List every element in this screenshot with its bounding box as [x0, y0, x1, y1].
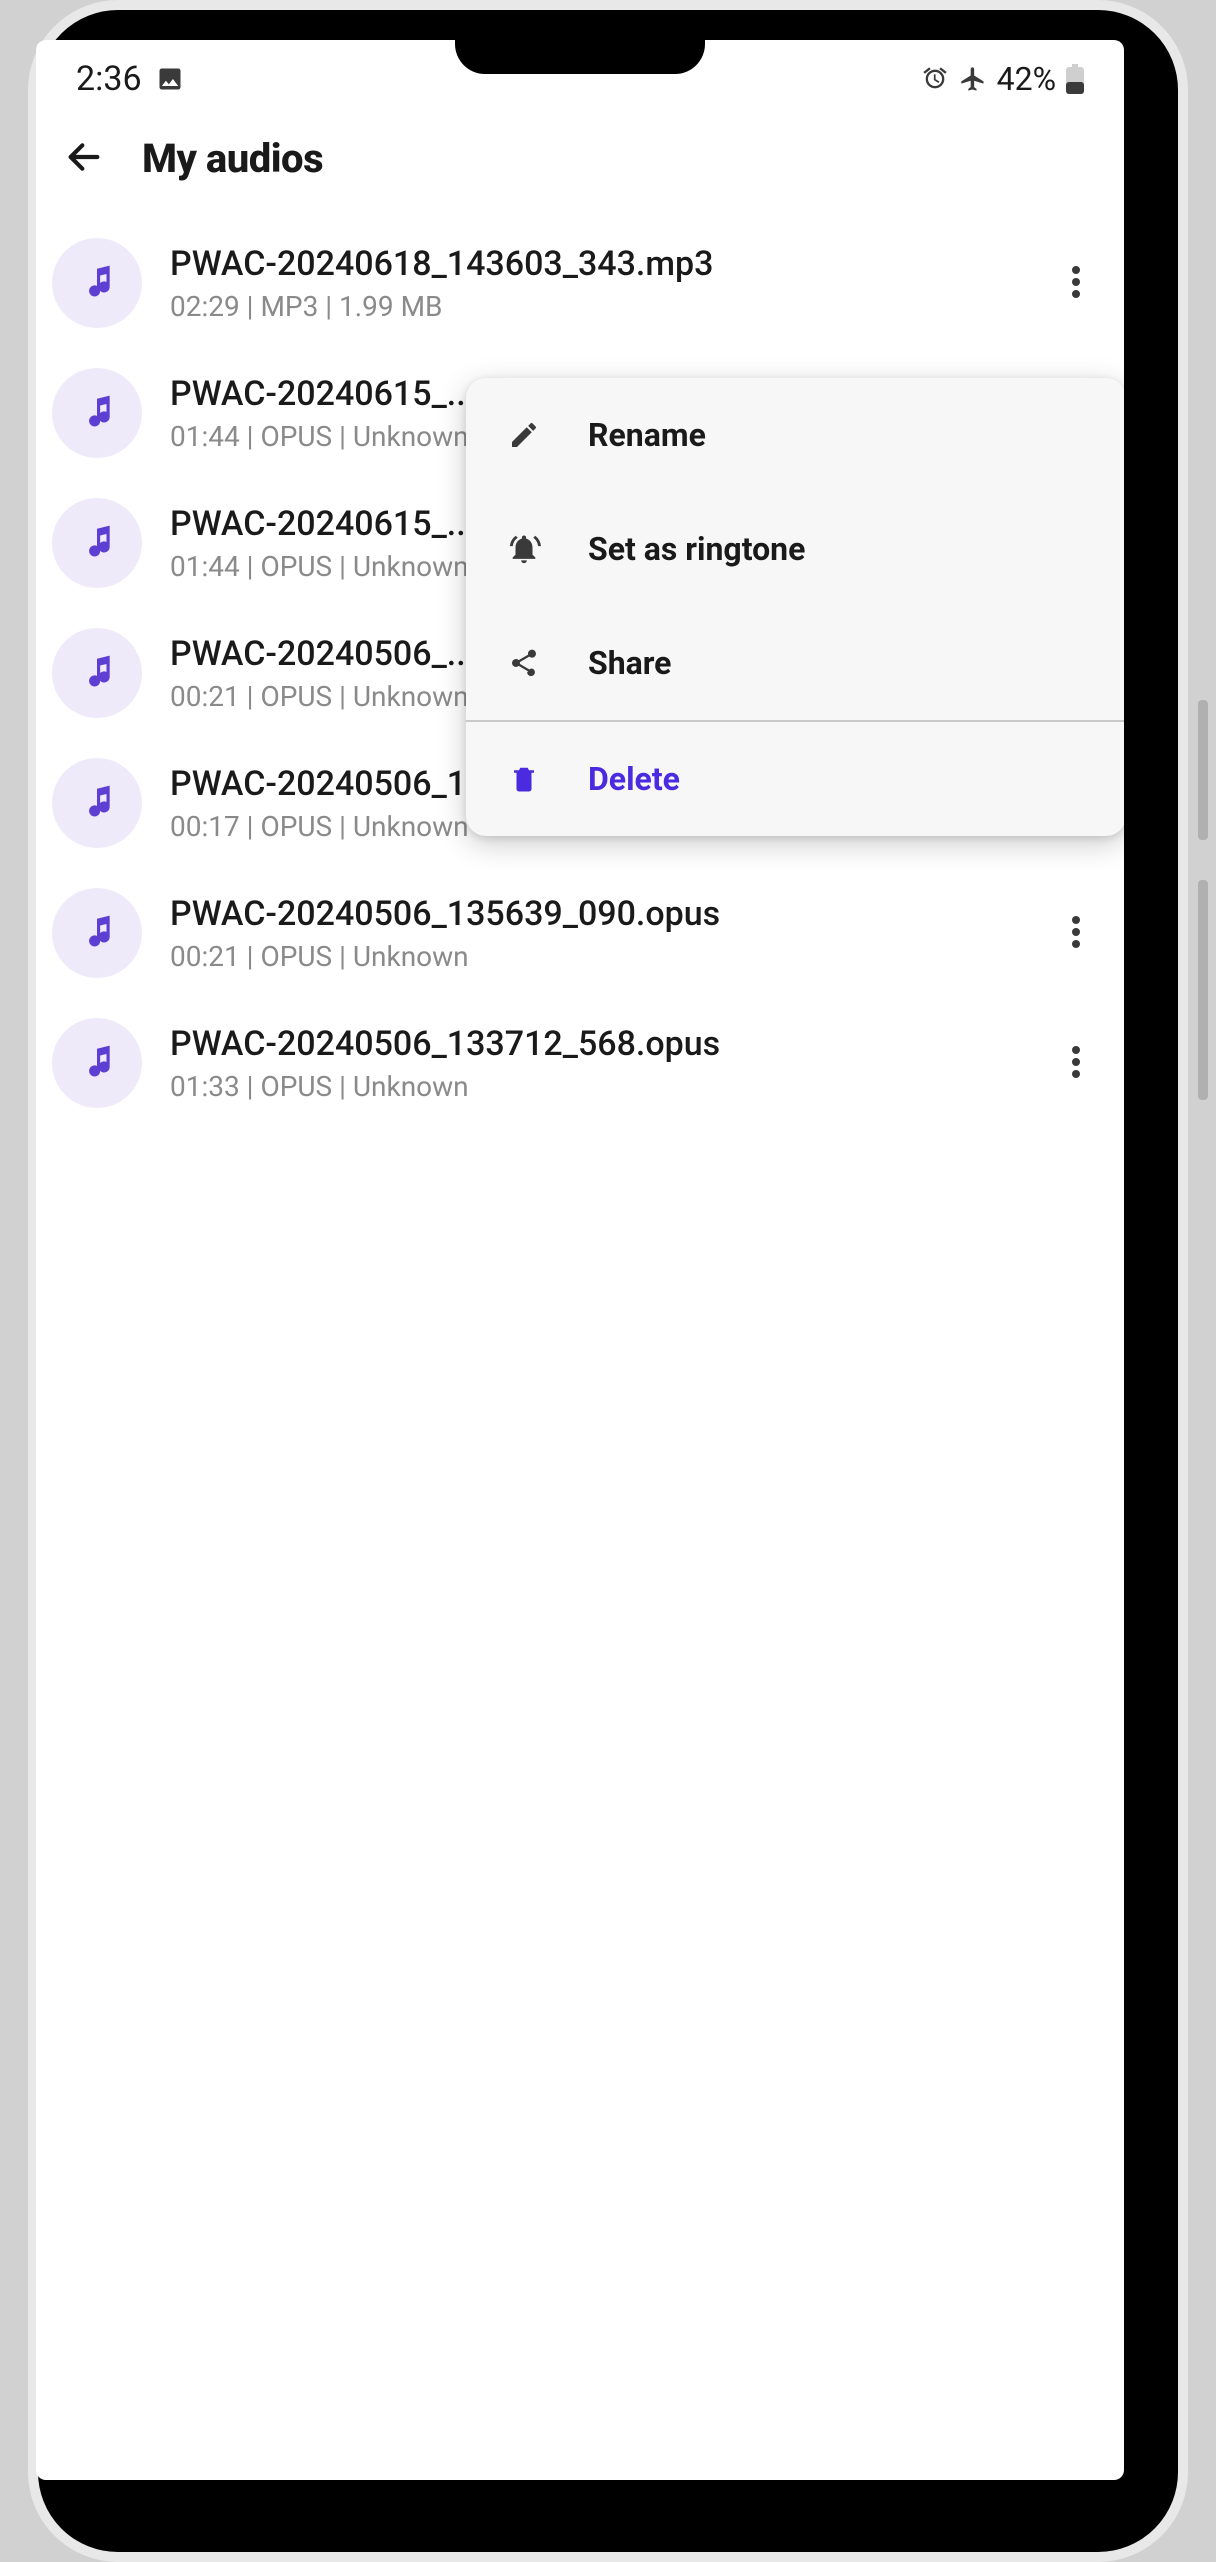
music-icon — [52, 1018, 142, 1108]
menu-label: Set as ringtone — [588, 530, 805, 568]
more-vert-icon — [1072, 916, 1080, 951]
more-vert-icon — [1072, 266, 1080, 301]
menu-label: Delete — [588, 760, 680, 798]
arrow-left-icon — [64, 137, 104, 180]
more-button[interactable] — [1048, 905, 1104, 961]
more-button[interactable] — [1048, 1035, 1104, 1091]
music-icon — [52, 368, 142, 458]
screen: 2:36 42% My audios — [36, 40, 1124, 2480]
more-button[interactable] — [1048, 255, 1104, 311]
pencil-icon — [506, 417, 542, 453]
audio-title: PWAC-20240618_143603_343.mp3 — [170, 244, 1020, 284]
trash-icon — [506, 761, 542, 797]
audio-title: PWAC-20240506_133712_568.opus — [170, 1024, 1020, 1064]
menu-set-ringtone[interactable]: Set as ringtone — [466, 492, 1124, 606]
picture-icon — [156, 65, 184, 93]
bell-icon — [506, 531, 542, 567]
status-battery-text: 42% — [997, 60, 1056, 98]
audio-meta: 01:33 | OPUS | Unknown — [170, 1070, 1020, 1103]
audio-meta: 02:29 | MP3 | 1.99 MB — [170, 290, 1020, 323]
music-icon — [52, 888, 142, 978]
page-title: My audios — [142, 135, 323, 182]
audio-row[interactable]: PWAC-20240506_135639_090.opus 00:21 | OP… — [36, 868, 1124, 998]
app-header: My audios — [36, 104, 1124, 212]
notch — [455, 40, 705, 74]
menu-label: Rename — [588, 416, 706, 454]
airplane-icon — [959, 65, 987, 93]
alarm-icon — [921, 65, 949, 93]
more-vert-icon — [1072, 1046, 1080, 1081]
music-icon — [52, 758, 142, 848]
audio-row[interactable]: PWAC-20240618_143603_343.mp3 02:29 | MP3… — [36, 218, 1124, 348]
audio-row[interactable]: PWAC-20240506_133712_568.opus 01:33 | OP… — [36, 998, 1124, 1128]
music-icon — [52, 238, 142, 328]
back-button[interactable] — [60, 134, 108, 182]
audio-meta: 00:21 | OPUS | Unknown — [170, 940, 1020, 973]
menu-delete[interactable]: Delete — [466, 722, 1124, 836]
power-button[interactable] — [1198, 700, 1208, 840]
share-icon — [506, 645, 542, 681]
menu-share[interactable]: Share — [466, 606, 1124, 720]
status-time: 2:36 — [76, 59, 142, 99]
battery-icon — [1066, 64, 1084, 94]
music-icon — [52, 498, 142, 588]
menu-label: Share — [588, 644, 671, 682]
menu-rename[interactable]: Rename — [466, 378, 1124, 492]
context-menu: Rename Set as ringtone Share Delete — [466, 378, 1124, 836]
audio-title: PWAC-20240506_135639_090.opus — [170, 894, 1020, 934]
music-icon — [52, 628, 142, 718]
volume-button[interactable] — [1198, 880, 1208, 1100]
